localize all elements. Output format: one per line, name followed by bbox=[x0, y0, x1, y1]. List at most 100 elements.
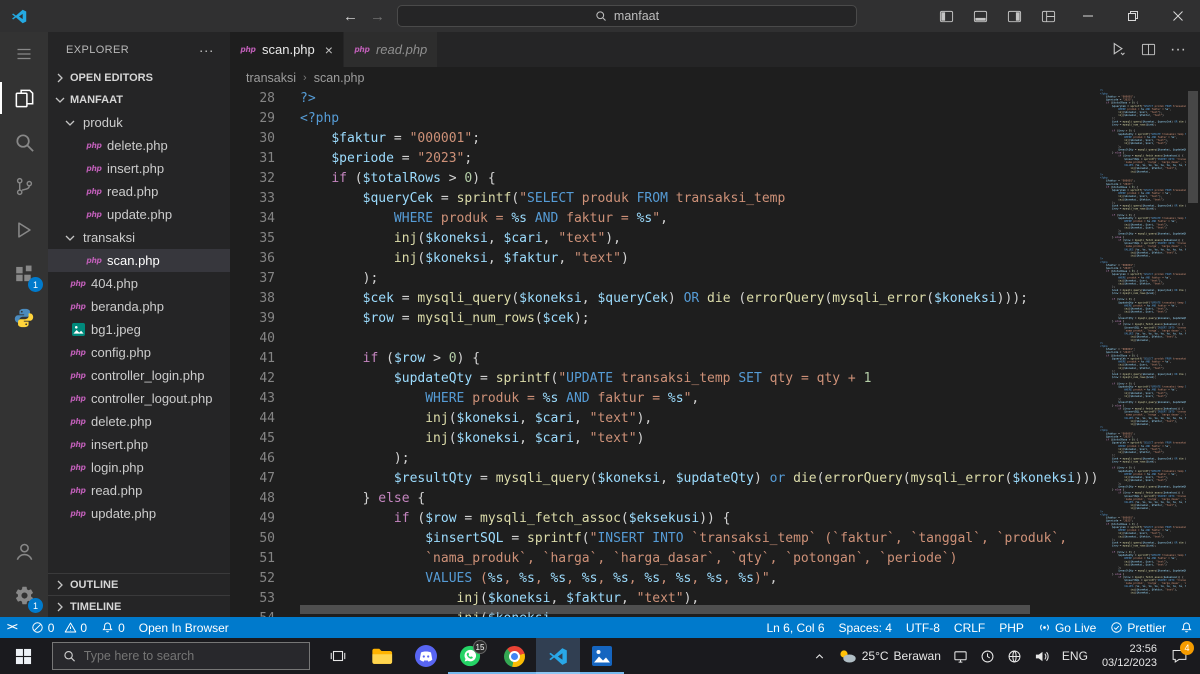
code-line[interactable]: 28 ?> bbox=[230, 89, 1100, 109]
forward-icon[interactable]: → bbox=[370, 8, 385, 25]
clock-widget[interactable]: 23:56 03/12/2023 bbox=[1094, 642, 1165, 671]
action-center-button[interactable]: 4 bbox=[1165, 638, 1198, 674]
encoding[interactable]: UTF-8 bbox=[899, 617, 947, 638]
code-line[interactable]: 51 `nama_produk`, `harga`, `harga_dasar`… bbox=[230, 549, 1100, 569]
folder-produk[interactable]: produk bbox=[48, 111, 230, 134]
open-editors-section[interactable]: OPEN EDITORS bbox=[48, 67, 230, 89]
explorer-actions-icon[interactable]: ··· bbox=[199, 42, 214, 58]
remote-indicator[interactable]: >< bbox=[0, 617, 24, 638]
account-icon[interactable] bbox=[0, 529, 48, 573]
close-tab-icon[interactable]: × bbox=[325, 42, 333, 58]
code-line[interactable]: 34 WHERE produk = %s AND faktur = %s", bbox=[230, 209, 1100, 229]
code-line[interactable]: 39 $row = mysqli_num_rows($cek); bbox=[230, 309, 1100, 329]
workspace-root-section[interactable]: MANFAAT bbox=[48, 89, 230, 111]
run-file-icon[interactable] bbox=[1110, 41, 1127, 58]
eol-sequence[interactable]: CRLF bbox=[947, 617, 992, 638]
horizontal-scrollbar[interactable] bbox=[300, 605, 1030, 614]
code-line[interactable]: 31 $periode = "2023"; bbox=[230, 149, 1100, 169]
taskbar-search-input[interactable] bbox=[83, 649, 299, 663]
vertical-scrollbar[interactable] bbox=[1186, 89, 1200, 617]
file-read.php[interactable]: php read.php bbox=[48, 479, 230, 502]
file-update.php[interactable]: php update.php bbox=[48, 502, 230, 525]
file-beranda.php[interactable]: php beranda.php bbox=[48, 295, 230, 318]
volume-tray-icon[interactable] bbox=[1028, 638, 1056, 674]
file-config.php[interactable]: php config.php bbox=[48, 341, 230, 364]
file-insert.php[interactable]: php insert.php bbox=[48, 433, 230, 456]
code-line[interactable]: 43 WHERE produk = %s AND faktur = %s", bbox=[230, 389, 1100, 409]
customize-layout-icon[interactable] bbox=[1031, 0, 1065, 32]
weather-widget[interactable]: 25°C Berawan bbox=[832, 638, 947, 674]
tab-read-php[interactable]: php read.php bbox=[343, 32, 439, 67]
file-scan.php[interactable]: php scan.php bbox=[48, 249, 230, 272]
chrome-app[interactable] bbox=[492, 638, 536, 674]
tray-expand-button[interactable] bbox=[807, 638, 832, 674]
toggle-sidebar-icon[interactable] bbox=[929, 0, 963, 32]
clock-tray-icon[interactable] bbox=[974, 638, 1001, 674]
breadcrumb-folder[interactable]: transaksi bbox=[246, 71, 296, 85]
code-line[interactable]: 33 $queryCek = sprintf("SELECT produk FR… bbox=[230, 189, 1100, 209]
close-button[interactable] bbox=[1155, 0, 1200, 32]
indentation[interactable]: Spaces: 4 bbox=[832, 617, 899, 638]
code-line[interactable]: 35 inj($koneksi, $cari, "text"), bbox=[230, 229, 1100, 249]
code-line[interactable]: 44 inj($koneksi, $cari, "text"), bbox=[230, 409, 1100, 429]
toggle-secondary-sidebar-icon[interactable] bbox=[997, 0, 1031, 32]
source-control-icon[interactable] bbox=[0, 164, 48, 208]
file-bg1.jpeg[interactable]: bg1.jpeg bbox=[48, 318, 230, 341]
code-line[interactable]: 46 ); bbox=[230, 449, 1100, 469]
breadcrumb-file[interactable]: scan.php bbox=[314, 71, 365, 85]
restore-button[interactable] bbox=[1110, 0, 1155, 32]
task-view-button[interactable] bbox=[316, 638, 360, 674]
file-login.php[interactable]: php login.php bbox=[48, 456, 230, 479]
code-line[interactable]: 32 if ($totalRows > 0) { bbox=[230, 169, 1100, 189]
tab-scan-php[interactable]: php scan.php × bbox=[230, 32, 344, 67]
whatsapp-app[interactable]: 15 bbox=[448, 638, 492, 674]
timeline-section[interactable]: TIMELINE bbox=[48, 595, 230, 617]
toggle-panel-icon[interactable] bbox=[963, 0, 997, 32]
code-line[interactable]: 42 $updateQty = sprintf("UPDATE transaks… bbox=[230, 369, 1100, 389]
file-read.php[interactable]: php read.php bbox=[48, 180, 230, 203]
open-in-browser-status[interactable]: Open In Browser bbox=[132, 617, 236, 638]
file-controller_login.php[interactable]: php controller_login.php bbox=[48, 364, 230, 387]
scrollbar-thumb[interactable] bbox=[1188, 91, 1198, 203]
file-update.php[interactable]: php update.php bbox=[48, 203, 230, 226]
code-line[interactable]: 29 <?php bbox=[230, 109, 1100, 129]
code-line[interactable]: 47 $resultQty = mysqli_query($koneksi, $… bbox=[230, 469, 1100, 489]
more-actions-icon[interactable]: ··· bbox=[1170, 41, 1186, 59]
python-icon[interactable] bbox=[0, 296, 48, 340]
code-line[interactable]: 45 inj($koneksi, $cari, "text") bbox=[230, 429, 1100, 449]
minimap[interactable]: ?> <?php $faktur = "000001"; $periode = "… bbox=[1100, 89, 1186, 617]
code-editor[interactable]: 28 ?> 29 <?php 30 $faktur = "000001"; 31 $per… bbox=[230, 89, 1100, 617]
file-404.php[interactable]: php 404.php bbox=[48, 272, 230, 295]
taskbar-search[interactable] bbox=[52, 642, 310, 670]
file-controller_logout.php[interactable]: php controller_logout.php bbox=[48, 387, 230, 410]
file-insert.php[interactable]: php insert.php bbox=[48, 157, 230, 180]
back-icon[interactable]: ← bbox=[343, 8, 358, 25]
ports-status[interactable]: 0 bbox=[94, 617, 132, 638]
discord-app[interactable] bbox=[404, 638, 448, 674]
extensions-icon[interactable]: 1 bbox=[0, 252, 48, 296]
breadcrumb[interactable]: transaksi › scan.php bbox=[230, 67, 1200, 89]
file-delete.php[interactable]: php delete.php bbox=[48, 410, 230, 433]
code-line[interactable]: 30 $faktur = "000001"; bbox=[230, 129, 1100, 149]
settings-gear-icon[interactable]: 1 bbox=[0, 573, 48, 617]
code-line[interactable]: 37 ); bbox=[230, 269, 1100, 289]
start-button[interactable] bbox=[0, 638, 46, 674]
language-indicator[interactable]: ENG bbox=[1056, 638, 1094, 674]
search-view-icon[interactable] bbox=[0, 120, 48, 164]
file-explorer-app[interactable] bbox=[360, 638, 404, 674]
folder-transaksi[interactable]: transaksi bbox=[48, 226, 230, 249]
code-line[interactable]: 52 VALUES (%s, %s, %s, %s, %s, %s, %s, %… bbox=[230, 569, 1100, 589]
vscode-app[interactable] bbox=[536, 638, 580, 674]
explorer-icon[interactable] bbox=[0, 76, 48, 120]
code-line[interactable]: 49 if ($row = mysqli_fetch_assoc($ekseku… bbox=[230, 509, 1100, 529]
network-tray-icon[interactable] bbox=[1001, 638, 1028, 674]
code-line[interactable]: 41 if ($row > 0) { bbox=[230, 349, 1100, 369]
code-line[interactable]: 48 } else { bbox=[230, 489, 1100, 509]
notifications-bell[interactable] bbox=[1173, 617, 1200, 638]
photos-app[interactable] bbox=[580, 638, 624, 674]
run-debug-icon[interactable] bbox=[0, 208, 48, 252]
display-tray-icon[interactable] bbox=[947, 638, 974, 674]
code-line[interactable]: 36 inj($koneksi, $faktur, "text") bbox=[230, 249, 1100, 269]
go-live-button[interactable]: Go Live bbox=[1031, 617, 1103, 638]
file-delete.php[interactable]: php delete.php bbox=[48, 134, 230, 157]
